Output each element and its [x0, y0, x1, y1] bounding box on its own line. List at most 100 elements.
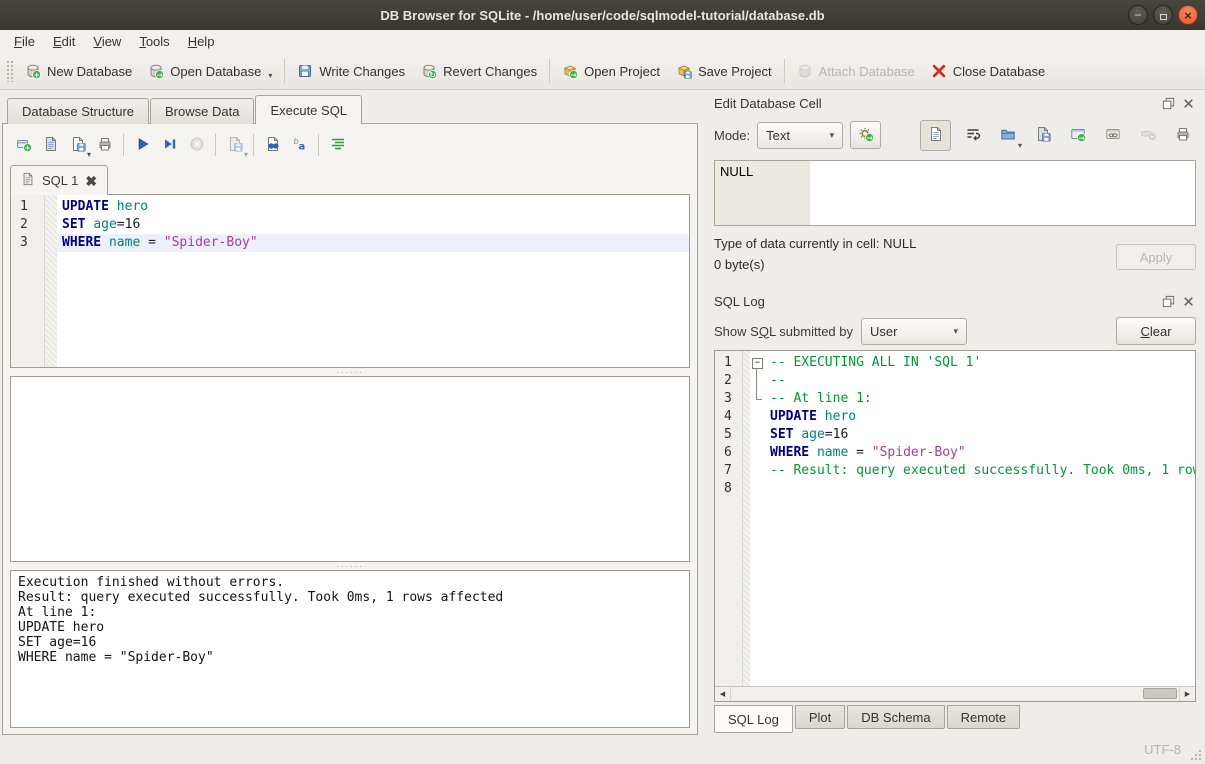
menu-edit[interactable]: Edit: [44, 32, 84, 51]
dropdown-arrow-icon[interactable]: [268, 71, 272, 80]
export-text-button[interactable]: [1029, 122, 1056, 149]
code-line: SET age=16: [57, 216, 689, 234]
new-database-button[interactable]: + New Database: [17, 59, 140, 83]
find-replace-button[interactable]: [259, 132, 286, 158]
auto-apply-button[interactable]: →: [850, 121, 881, 149]
tab-browse-data[interactable]: Browse Data: [150, 98, 254, 124]
toolbar-button-label: New Database: [47, 64, 132, 79]
print-sql-button[interactable]: [91, 132, 118, 158]
print-cell-button[interactable]: [1169, 122, 1196, 149]
left-panel: Database StructureBrowse DataExecute SQL…: [0, 90, 706, 735]
submitter-select[interactable]: User: [861, 318, 967, 345]
cell-type-info: Type of data currently in cell: NULL: [714, 236, 1116, 257]
tab-sql-log[interactable]: SQL Log: [714, 705, 793, 733]
save-project-button[interactable]: Save Project: [668, 59, 780, 83]
toolbar-button-icon: +: [25, 63, 41, 79]
import-text-button[interactable]: [994, 122, 1021, 149]
editor-results-splitter[interactable]: [10, 368, 690, 376]
apply-button[interactable]: Apply: [1116, 244, 1196, 270]
write-changes-button[interactable]: Write Changes: [289, 59, 413, 83]
toolbar-drag-handle[interactable]: [6, 60, 13, 82]
fold-marker[interactable]: [750, 408, 765, 426]
tab-remote[interactable]: Remote: [947, 705, 1021, 729]
menu-view[interactable]: View: [84, 32, 130, 51]
results-output-splitter[interactable]: [10, 562, 690, 570]
execute-current-line-button[interactable]: [156, 132, 183, 158]
sql-tab[interactable]: SQL 1 ✖: [10, 165, 108, 195]
sql-toolbar-icon: [330, 136, 346, 155]
text-mode-toggle[interactable]: [920, 120, 951, 151]
tab-plot[interactable]: Plot: [795, 705, 845, 729]
copy-link-button[interactable]: [1099, 122, 1126, 149]
menu-tools[interactable]: Tools: [130, 32, 178, 51]
stop-execution-button[interactable]: [183, 132, 210, 158]
toolbar-button-icon: [297, 63, 313, 79]
word-wrap-button[interactable]: [324, 132, 351, 158]
toolbar-button-label: Revert Changes: [443, 64, 537, 79]
code-line: WHERE name = "Spider-Boy": [57, 234, 689, 252]
scrollbar-track[interactable]: [731, 687, 1179, 701]
open-project-button[interactable]: → Open Project: [554, 59, 668, 83]
auto-format-button[interactable]: ba: [286, 132, 313, 158]
sql-toolbar-icon: [43, 136, 59, 155]
menu-file[interactable]: File: [5, 32, 44, 51]
filter-label: Show SQL submitted by: [714, 324, 853, 339]
execute-all-button[interactable]: [129, 132, 156, 158]
code-line: [765, 480, 1195, 498]
fold-marker[interactable]: [750, 372, 765, 390]
save-results-button[interactable]: [221, 132, 248, 158]
fold-marker[interactable]: [750, 480, 765, 498]
attach-database-button[interactable]: Attach Database: [789, 59, 923, 83]
window-title: DB Browser for SQLite - /home/user/code/…: [0, 8, 1205, 23]
new-sql-tab-button[interactable]: +: [10, 132, 37, 158]
log-horizontal-scrollbar: ◀ ▶: [715, 686, 1195, 701]
fold-marker[interactable]: [750, 444, 765, 462]
float-dock-icon[interactable]: [1161, 96, 1176, 111]
close-dock-icon[interactable]: [1181, 294, 1196, 309]
sql-toolbar-icon: ba: [292, 136, 308, 155]
set-null-button[interactable]: [1134, 122, 1161, 149]
tab-database-structure[interactable]: Database Structure: [7, 98, 149, 124]
cell-value: NULL: [715, 161, 810, 182]
toolbar-button-label: Write Changes: [319, 64, 405, 79]
line-number: 5: [715, 426, 742, 444]
resize-grip[interactable]: [1189, 748, 1202, 761]
revert-changes-button[interactable]: ↻ Revert Changes: [413, 59, 545, 83]
window-maximize-button[interactable]: [1153, 5, 1173, 25]
menu-help[interactable]: Help: [179, 32, 224, 51]
mode-select[interactable]: Text: [757, 122, 843, 149]
line-number: 1: [715, 354, 742, 372]
close-dock-icon[interactable]: [1181, 96, 1196, 111]
fold-marker[interactable]: [750, 354, 765, 372]
open-sql-file-button[interactable]: [37, 132, 64, 158]
fold-marker[interactable]: [750, 462, 765, 480]
window-minimize-button[interactable]: −: [1128, 5, 1148, 25]
cell-content-editor[interactable]: NULL: [714, 160, 1196, 226]
save-sql-file-button[interactable]: [64, 132, 91, 158]
scrollbar-thumb[interactable]: [1143, 688, 1177, 699]
sql-tab-close-icon[interactable]: ✖: [85, 175, 97, 187]
clear-log-button[interactable]: Clear: [1116, 317, 1196, 345]
tab-db-schema[interactable]: DB Schema: [847, 705, 944, 729]
float-dock-icon[interactable]: [1161, 294, 1176, 309]
editor-code-area[interactable]: UPDATE heroSET age=16WHERE name = "Spide…: [57, 195, 689, 367]
open-external-button[interactable]: →: [1064, 122, 1091, 149]
cell-editor-icons: →: [920, 120, 1196, 151]
sql-tab-label: SQL 1: [42, 173, 78, 188]
fold-marker[interactable]: [750, 390, 765, 408]
sql-toolbar-icon: [227, 136, 243, 155]
sql-log-filter-row: Show SQL submitted by User Clear: [714, 312, 1196, 350]
tab-execute-sql[interactable]: Execute SQL: [255, 95, 362, 124]
fold-marker[interactable]: [750, 426, 765, 444]
toolbar-button-label: Attach Database: [819, 64, 915, 79]
toolbar-button-icon: ↻: [421, 63, 437, 79]
main-tab-bar: Database StructureBrowse DataExecute SQL: [2, 93, 706, 123]
close-database-button[interactable]: Close Database: [923, 59, 1054, 83]
scroll-right-arrow[interactable]: ▶: [1179, 687, 1195, 701]
word-wrap-cell-button[interactable]: [959, 122, 986, 149]
window-close-button[interactable]: ×: [1178, 5, 1198, 25]
scroll-left-arrow[interactable]: ◀: [715, 687, 731, 701]
cell-size-info: 0 byte(s): [714, 257, 1116, 278]
open-database-button[interactable]: → Open Database: [140, 59, 280, 83]
output-line: Execution finished without errors.: [18, 575, 682, 590]
